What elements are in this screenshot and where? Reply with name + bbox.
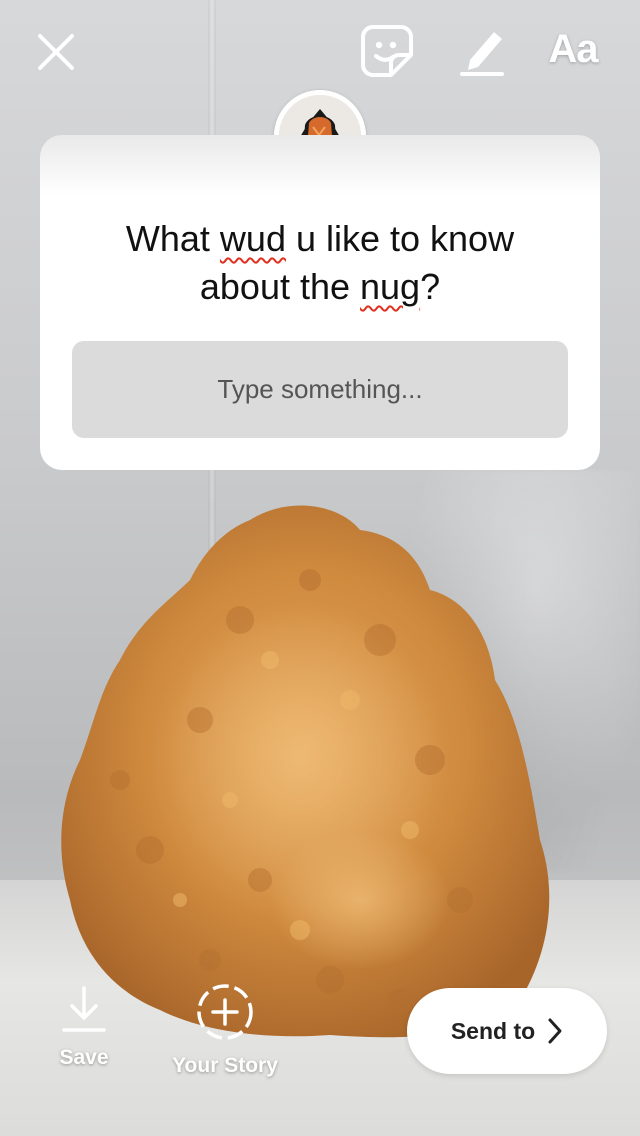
sticker-face-icon bbox=[361, 25, 413, 77]
draw-button[interactable] bbox=[454, 22, 510, 80]
question-text-segment: about the bbox=[199, 266, 361, 307]
download-icon bbox=[62, 986, 106, 1032]
misspelled-word: wud bbox=[219, 218, 286, 259]
text-tool-button[interactable]: Aa bbox=[540, 22, 606, 76]
your-story-button[interactable]: Your Story bbox=[160, 982, 290, 1078]
top-toolbar: Aa bbox=[0, 0, 640, 100]
question-sticker-card[interactable]: What wud u like to know about the nug? T… bbox=[40, 135, 600, 470]
question-prompt[interactable]: What wud u like to know about the nug? bbox=[40, 215, 600, 311]
add-story-icon bbox=[197, 984, 253, 1040]
question-text-segment: u like to know bbox=[285, 218, 515, 259]
close-button[interactable] bbox=[30, 26, 82, 78]
misspelled-word: nug bbox=[360, 266, 421, 307]
answer-placeholder: Type something... bbox=[217, 374, 423, 404]
send-to-label: Send to bbox=[450, 1017, 536, 1044]
question-line-1: What wud u like to know bbox=[40, 215, 600, 263]
save-label: Save bbox=[59, 1046, 109, 1069]
close-icon bbox=[38, 34, 74, 70]
save-button[interactable]: Save bbox=[38, 984, 130, 1070]
your-story-label: Your Story bbox=[172, 1054, 278, 1077]
pen-icon bbox=[460, 32, 504, 76]
chevron-right-icon bbox=[547, 1017, 563, 1045]
sticker-button[interactable] bbox=[358, 22, 416, 80]
question-line-2: about the nug? bbox=[40, 263, 600, 311]
send-to-button[interactable]: Send to bbox=[407, 988, 607, 1074]
answer-input[interactable]: Type something... bbox=[72, 341, 568, 438]
question-text-segment: ? bbox=[420, 266, 441, 307]
question-text-segment: What bbox=[125, 218, 220, 259]
